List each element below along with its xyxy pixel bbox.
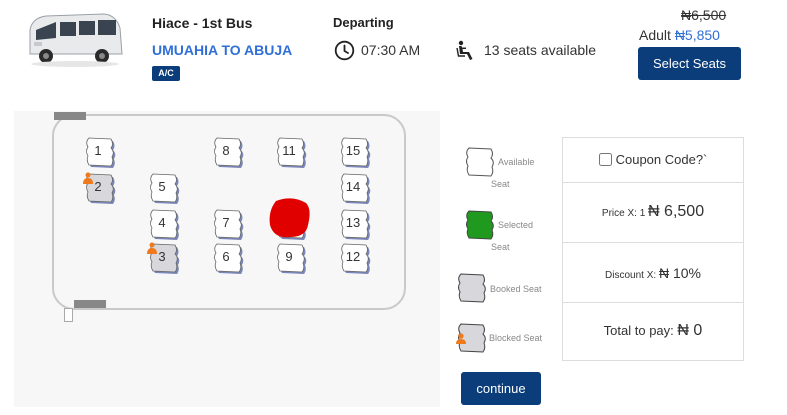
select-seats-button[interactable]: Select Seats <box>638 47 741 80</box>
seat-number: 12 <box>345 249 361 264</box>
continue-button[interactable]: continue <box>461 372 541 405</box>
rear-door <box>74 300 106 308</box>
legend-selected-label-2: Seat <box>491 242 510 252</box>
seat-number: 1 <box>94 143 102 158</box>
selection-annotation <box>269 198 310 238</box>
legend-available <box>463 146 497 183</box>
legend-selected <box>463 209 497 246</box>
booked-seat-icon <box>458 273 486 303</box>
seat-15[interactable]: 15 <box>338 136 374 168</box>
price-label: Price X: 1 <box>601 208 646 219</box>
legend-selected-label: Selected <box>498 220 534 230</box>
ac-badge: A/C <box>152 66 180 81</box>
legend-blocked-label: Blocked Seat <box>489 333 543 343</box>
seat-number: 6 <box>222 249 230 264</box>
booking-page: Hiace - 1st Bus UMUAHIA TO ABUJA A/C Dep… <box>0 0 787 415</box>
adult-label: Adult <box>639 27 671 43</box>
seat-number: 13 <box>345 215 361 230</box>
person-icon <box>147 242 157 254</box>
seat-number: 4 <box>158 215 166 230</box>
seat-6[interactable]: 6 <box>211 242 247 274</box>
front-door <box>54 112 86 120</box>
coupon-row: Coupon Code?` <box>563 138 743 183</box>
coupon-checkbox[interactable] <box>598 153 612 166</box>
clock-icon <box>334 40 355 61</box>
seat-5[interactable]: 5 <box>147 172 183 204</box>
total-value: ₦ 0 <box>677 322 703 339</box>
available-seat-icon <box>466 147 494 177</box>
price-value: ₦ 6,500 <box>648 203 705 220</box>
person-icon <box>83 172 93 184</box>
seat-number: 15 <box>345 143 361 158</box>
discount-row: Discount X: ₦ 10% <box>563 243 743 303</box>
seat-icon <box>456 40 473 60</box>
seat-11[interactable]: 11 <box>274 136 310 168</box>
discount-label: Discount X: <box>605 270 657 281</box>
seat-number: 9 <box>285 249 293 264</box>
seat-number: 14 <box>345 179 361 194</box>
legend-booked-label: Booked Seat <box>490 284 542 294</box>
seat-number: 7 <box>222 215 230 230</box>
seat-number: 11 <box>282 143 296 158</box>
blocked-seat-icon <box>456 323 486 353</box>
seat-number: 5 <box>158 179 166 194</box>
legend-blocked <box>455 322 489 359</box>
route-link[interactable]: UMUAHIA TO ABUJA <box>152 42 292 58</box>
adult-price-value: ₦5,850 <box>674 27 720 43</box>
total-label: Total to pay: <box>603 323 674 338</box>
selected-seat-icon <box>466 210 494 240</box>
price-summary: Coupon Code?` Price X: 1 ₦ 6,500 Discoun… <box>562 137 744 361</box>
seat-3: 3 <box>147 242 183 274</box>
seat-13[interactable]: 13 <box>338 208 374 240</box>
departing-label: Departing <box>333 15 394 30</box>
seat-9[interactable]: 9 <box>274 242 310 274</box>
bus-image <box>29 13 123 67</box>
legend-booked <box>455 272 489 309</box>
seat-1[interactable]: 1 <box>83 136 119 168</box>
seat-8[interactable]: 8 <box>211 136 247 168</box>
adult-price: Adult ₦5,850 <box>639 27 720 43</box>
price-row: Price X: 1 ₦ 6,500 <box>563 183 743 243</box>
seat-number: 8 <box>222 143 230 158</box>
seat-2: 2 <box>83 172 119 204</box>
seat-4[interactable]: 4 <box>147 208 183 240</box>
discount-value: ₦ 10% <box>658 265 701 281</box>
original-price: ₦6,500 <box>681 7 727 23</box>
legend-available-label-2: Seat <box>491 179 510 189</box>
seat-12[interactable]: 12 <box>338 242 374 274</box>
seats-available: 13 seats available <box>484 42 597 58</box>
total-row: Total to pay: ₦ 0 <box>563 303 743 361</box>
bus-name: Hiace - 1st Bus <box>152 15 253 31</box>
seat-14[interactable]: 14 <box>338 172 374 204</box>
legend-available-label: Available <box>498 157 535 167</box>
departure-time: 07:30 AM <box>361 42 421 58</box>
seat-7[interactable]: 7 <box>211 208 247 240</box>
bus-handle <box>64 308 73 322</box>
coupon-label[interactable]: Coupon Code?` <box>616 152 708 167</box>
